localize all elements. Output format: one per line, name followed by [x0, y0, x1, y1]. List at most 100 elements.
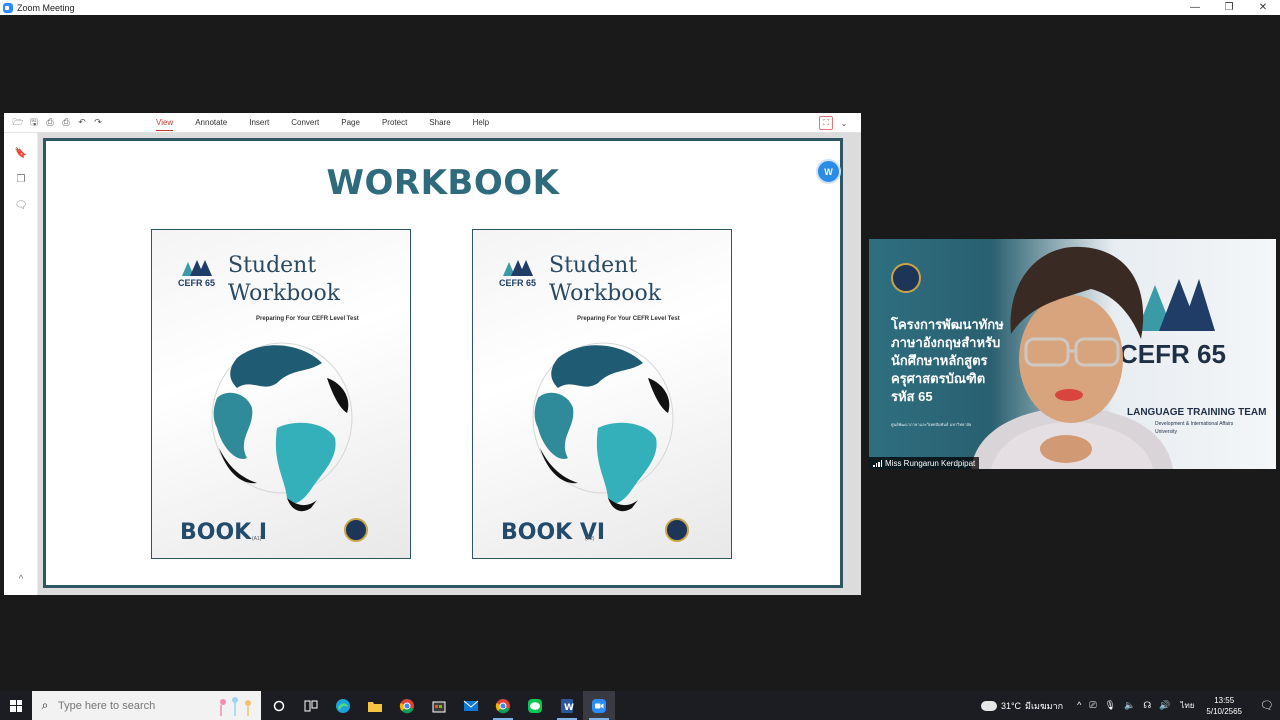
window-controls: — ❐ ✕: [1178, 0, 1280, 15]
search-input[interactable]: [58, 699, 208, 712]
viewer-left-rail: 🔖 ❐ 🗨 ^: [4, 133, 38, 595]
book-tagline: Preparing For Your CEFR Level Test: [577, 316, 680, 322]
quick-access-toolbar: 🗁 🖫 ⎙ ⎙ ↶ ↷: [10, 115, 106, 131]
menu-convert[interactable]: Convert: [291, 115, 319, 131]
line-app-icon[interactable]: [519, 691, 551, 720]
globe-image: [211, 342, 353, 512]
comments-icon[interactable]: 🗨: [15, 199, 28, 211]
window-title-bar: Zoom Meeting — ❐ ✕: [0, 0, 1280, 15]
redo-icon[interactable]: ↷: [90, 115, 106, 131]
microphone-icon[interactable]: 🎙: [1105, 700, 1116, 711]
menu-help[interactable]: Help: [473, 115, 489, 131]
heading-line-1: Student: [549, 253, 638, 278]
participant-name-tag: Miss Rungarun Kerdpipat: [869, 457, 980, 469]
taskbar-apps: W: [263, 691, 615, 720]
open-file-icon[interactable]: 🗁: [10, 115, 26, 131]
background-text-line-5: รหัส 65: [891, 389, 933, 404]
signal-strength-icon: [873, 459, 882, 467]
chevron-up-icon[interactable]: ^: [15, 573, 27, 585]
book-cover-2: CEFR 65 Student Workbook Preparing For Y…: [472, 229, 732, 559]
windows-taskbar: ⌕ Type here to search W 31°C มีเมฆมาก ^ …: [0, 691, 1280, 720]
restore-button[interactable]: ❐: [1212, 0, 1246, 15]
window-title: Zoom Meeting: [17, 2, 75, 13]
word-icon[interactable]: W: [551, 691, 583, 720]
university-seal-icon: [665, 518, 689, 542]
clock-time: 13:55: [1214, 695, 1235, 705]
translate-icon[interactable]: W: [816, 159, 841, 184]
book-tagline: Preparing For Your CEFR Level Test: [256, 316, 359, 322]
slide-title: WORKBOOK: [326, 163, 560, 203]
mail-icon[interactable]: [455, 691, 487, 720]
start-button[interactable]: [0, 691, 32, 720]
input-language-indicator[interactable]: ไทย: [1180, 699, 1194, 712]
university-seal-icon: [344, 518, 368, 542]
slide-page: WORKBOOK CEFR 65 Student Workbook Prepar…: [43, 138, 843, 588]
speaker-small-icon[interactable]: 🔈: [1124, 700, 1135, 711]
book-level: (A1): [252, 536, 262, 542]
viewer-menus: View Annotate Insert Convert Page Protec…: [156, 115, 511, 131]
weather-widget[interactable]: 31°C มีเมฆมาก: [980, 699, 1064, 713]
bookmark-icon[interactable]: 🔖: [15, 147, 27, 159]
volume-icon[interactable]: 🔊: [1159, 700, 1170, 711]
taskbar-search[interactable]: ⌕: [32, 691, 261, 720]
menu-page[interactable]: Page: [341, 115, 360, 131]
search-icon: ⌕: [41, 698, 49, 712]
clock-date: 5/10/2565: [1206, 706, 1242, 716]
heading-line-2: Workbook: [228, 281, 341, 306]
notification-icon[interactable]: 🗨: [1254, 699, 1280, 712]
search-highlight-icon: [220, 697, 251, 716]
chrome-icon[interactable]: [391, 691, 423, 720]
menu-view[interactable]: View: [156, 115, 174, 131]
cefr-logo-text: CEFR 65: [499, 278, 537, 288]
menu-protect[interactable]: Protect: [382, 115, 407, 131]
save-as-icon[interactable]: ⎙: [42, 115, 58, 131]
book-heading: Student Workbook: [228, 252, 340, 308]
weather-temp: 31°C: [1000, 700, 1022, 711]
heading-line-2: Workbook: [549, 281, 662, 306]
book-heading: Student Workbook: [549, 252, 661, 308]
tray-icons: ^ ⎚ 🎙 🔈 ☊ 🔊: [1077, 700, 1170, 711]
cloud-icon: [980, 700, 997, 711]
menu-annotate[interactable]: Annotate: [195, 115, 227, 131]
task-view-icon[interactable]: [295, 691, 327, 720]
globe-image: [532, 342, 674, 512]
store-icon[interactable]: [423, 691, 455, 720]
cefr-logo-text: CEFR 65: [178, 278, 216, 288]
menu-insert[interactable]: Insert: [249, 115, 269, 131]
participant-video-tile[interactable]: โครงการพัฒนาทักษ ภาษาอังกฤษสำหรับ นักศึก…: [869, 239, 1276, 469]
book-cover-1: CEFR 65 Student Workbook Preparing For Y…: [151, 229, 411, 559]
document-page-area: WORKBOOK CEFR 65 Student Workbook Prepar…: [38, 133, 861, 595]
shared-screen-pdf-viewer: 🗁 🖫 ⎙ ⎙ ↶ ↷ View Annotate Insert Convert…: [4, 113, 861, 595]
save-icon[interactable]: 🖫: [26, 115, 42, 131]
cefr-logo-icon: [182, 260, 212, 276]
chrome-profile-icon[interactable]: [487, 691, 519, 720]
minimize-button[interactable]: —: [1178, 0, 1212, 15]
svg-text:W: W: [564, 703, 574, 713]
viewer-menubar: 🗁 🖫 ⎙ ⎙ ↶ ↷ View Annotate Insert Convert…: [4, 113, 861, 133]
network-icon[interactable]: ☊: [1143, 700, 1151, 711]
pages-thumbnail-icon[interactable]: ❐: [15, 173, 27, 185]
menu-share[interactable]: Share: [429, 115, 450, 131]
zoom-app-icon: [3, 2, 13, 13]
undo-icon[interactable]: ↶: [74, 115, 90, 131]
cortana-icon[interactable]: [263, 691, 295, 720]
taskbar-clock[interactable]: 13:55 5/10/2565: [1206, 695, 1242, 717]
heading-line-1: Student: [228, 253, 317, 278]
weather-description: มีเมฆมาก: [1025, 700, 1064, 711]
chevron-down-icon[interactable]: ⌄: [837, 116, 851, 130]
close-button[interactable]: ✕: [1246, 0, 1280, 15]
zoom-taskbar-icon[interactable]: [583, 691, 615, 720]
print-icon[interactable]: ⎙: [58, 115, 74, 131]
fullscreen-icon[interactable]: ⛶: [819, 116, 833, 130]
university-seal-icon: [891, 263, 921, 293]
cefr-logo-icon: [503, 260, 533, 276]
show-hidden-icons-icon[interactable]: ^: [1077, 700, 1081, 711]
windows-logo-icon: [10, 699, 22, 712]
participant-person: [971, 246, 1173, 469]
device-icon[interactable]: ⎚: [1089, 700, 1096, 711]
system-tray: 31°C มีเมฆมาก ^ ⎚ 🎙 🔈 ☊ 🔊 ไทย 13:55 5/10…: [980, 691, 1280, 720]
edge-browser-icon[interactable]: [327, 691, 359, 720]
file-explorer-icon[interactable]: [359, 691, 391, 720]
participant-name: Miss Rungarun Kerdpipat: [885, 458, 976, 468]
book-level: (B2): [585, 536, 595, 542]
